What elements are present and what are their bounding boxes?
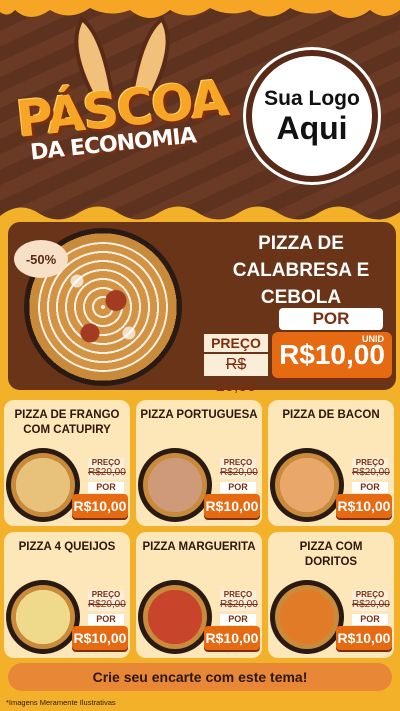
featured-name-line2: CALABRESA E (232, 260, 370, 281)
featured-old-price: R$ 20,00 (204, 354, 268, 395)
new-price: R$10,00 (72, 626, 128, 650)
featured-name-line3: CEBOLA (260, 287, 342, 308)
pizza-image (270, 448, 344, 522)
por-label: POR (88, 482, 124, 493)
preco-label: PREÇO (352, 590, 388, 599)
product-name: PIZZA PORTUGUESA (140, 409, 258, 421)
pizza-image (138, 580, 212, 654)
product-card[interactable]: PIZZA MARGUERITA PREÇO R$20,00 POR R$10,… (136, 532, 262, 658)
product-card[interactable]: PIZZA PORTUGUESA PREÇO R$20,00 POR R$10,… (136, 400, 262, 526)
caramel-wave-bottom (0, 206, 400, 222)
product-card[interactable]: PIZZA COM DORITOS PREÇO R$20,00 POR R$10… (268, 532, 394, 658)
preco-label: PREÇO (220, 458, 256, 467)
pizza-image (270, 580, 344, 654)
featured-name-line1: PIZZA DE (258, 233, 344, 254)
product-name: PIZZA MARGUERITA (142, 541, 256, 553)
new-price: R$10,00 (72, 494, 128, 518)
featured-product-name: PIZZA DE CALABRESA E CEBOLA (206, 230, 396, 311)
new-price: R$10,00 (204, 494, 260, 518)
por-label: POR (352, 614, 388, 625)
old-price: R$20,00 (352, 599, 390, 611)
featured-unit-label: UNID (362, 334, 384, 344)
preco-label: PREÇO (220, 590, 256, 599)
new-price: R$10,00 (336, 626, 392, 650)
cta-banner[interactable]: Crie seu encarte com este tema! (8, 663, 392, 691)
featured-product-card[interactable]: -50% PIZZA DE CALABRESA E CEBOLA POR PRE… (8, 222, 396, 395)
logo-placeholder[interactable]: Sua Logo Aqui (246, 50, 378, 182)
preco-label: PREÇO (88, 458, 124, 467)
pizza-image (138, 448, 212, 522)
logo-line1: Sua Logo (264, 87, 360, 110)
preco-label: PREÇO (352, 458, 388, 467)
featured-por-label: POR (279, 308, 383, 330)
new-price: R$10,00 (204, 626, 260, 650)
old-price: R$20,00 (220, 467, 258, 479)
por-label: POR (220, 614, 256, 625)
old-price: R$20,00 (88, 467, 126, 479)
product-name: PIZZA COM DORITOS (299, 541, 363, 568)
product-card[interactable]: PIZZA DE FRANGO COM CATUPIRY PREÇO R$20,… (4, 400, 130, 526)
product-name: PIZZA DE BACON (282, 409, 380, 421)
featured-preco-label: PREÇO (204, 334, 268, 352)
product-card[interactable]: PIZZA DE BACON PREÇO R$20,00 POR R$10,00 (268, 400, 394, 526)
por-label: POR (88, 614, 124, 625)
disclaimer-note: *Imagens Meramente Ilustrativas (6, 698, 116, 707)
caramel-drip-top (0, 0, 400, 18)
preco-label: PREÇO (88, 590, 124, 599)
product-name: PIZZA 4 QUEIJOS (18, 541, 116, 553)
por-label: POR (220, 482, 256, 493)
old-price: R$20,00 (88, 599, 126, 611)
header-banner: PÁSCOA DA ECONOMIA Sua Logo Aqui (0, 0, 400, 222)
product-card[interactable]: PIZZA 4 QUEIJOS PREÇO R$20,00 POR R$10,0… (4, 532, 130, 658)
old-price: R$20,00 (220, 599, 258, 611)
product-name: PIZZA DE FRANGO COM CATUPIRY (14, 409, 120, 436)
featured-new-price: R$10,00 UNID (272, 332, 392, 378)
new-price: R$10,00 (336, 494, 392, 518)
pizza-image (6, 448, 80, 522)
old-price: R$20,00 (352, 467, 390, 479)
logo-line2: Aqui (276, 110, 348, 146)
pizza-image (6, 580, 80, 654)
discount-badge: -50% (14, 240, 68, 278)
por-label: POR (352, 482, 388, 493)
